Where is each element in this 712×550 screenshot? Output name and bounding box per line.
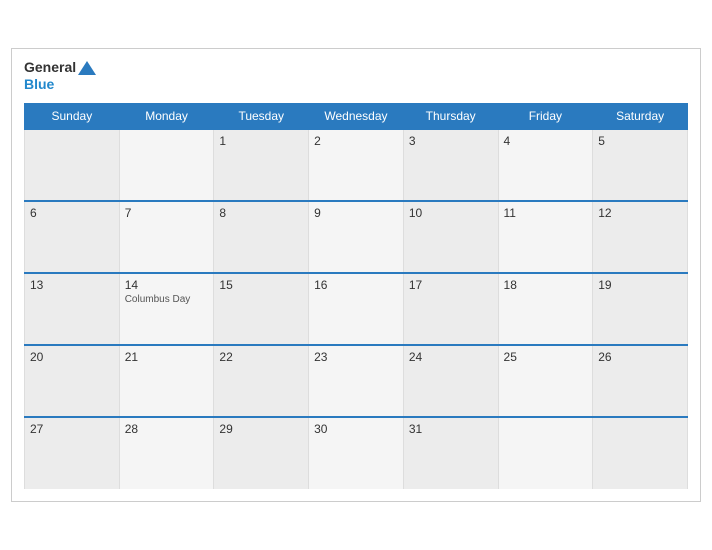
weekday-header-friday: Friday (498, 103, 593, 129)
day-cell: 24 (403, 345, 498, 417)
day-cell: 3 (403, 129, 498, 201)
day-number: 3 (409, 134, 493, 148)
day-number: 1 (219, 134, 303, 148)
logo-blue-text: Blue (24, 76, 54, 92)
day-number: 14 (125, 278, 209, 292)
day-number: 9 (314, 206, 398, 220)
day-number: 31 (409, 422, 493, 436)
day-number: 27 (30, 422, 114, 436)
day-cell: 1 (214, 129, 309, 201)
logo-flag-icon (78, 61, 96, 75)
logo: General Blue (24, 59, 98, 93)
day-number: 2 (314, 134, 398, 148)
weekday-row: SundayMondayTuesdayWednesdayThursdayFrid… (25, 103, 688, 129)
day-cell: 7 (119, 201, 214, 273)
day-cell: 2 (309, 129, 404, 201)
day-cell: 14 Columbus Day (119, 273, 214, 345)
day-cell: 31 (403, 417, 498, 489)
weekday-header-saturday: Saturday (593, 103, 688, 129)
day-number: 20 (30, 350, 114, 364)
calendar-body: 1234567891011121314Columbus Day151617181… (25, 129, 688, 489)
day-cell: 21 (119, 345, 214, 417)
day-number: 24 (409, 350, 493, 364)
day-cell (498, 417, 593, 489)
day-number: 22 (219, 350, 303, 364)
day-cell: 22 (214, 345, 309, 417)
day-number: 17 (409, 278, 493, 292)
day-cell (25, 129, 120, 201)
day-number: 28 (125, 422, 209, 436)
day-cell: 8 (214, 201, 309, 273)
weekday-header-thursday: Thursday (403, 103, 498, 129)
day-cell: 26 (593, 345, 688, 417)
day-cell: 20 (25, 345, 120, 417)
day-number: 19 (598, 278, 682, 292)
day-cell: 16 (309, 273, 404, 345)
day-cell: 28 (119, 417, 214, 489)
day-cell: 12 (593, 201, 688, 273)
weekday-header-monday: Monday (119, 103, 214, 129)
day-number: 15 (219, 278, 303, 292)
day-cell: 25 (498, 345, 593, 417)
day-cell: 29 (214, 417, 309, 489)
holiday-label: Columbus Day (125, 294, 209, 305)
week-row-3: 20 21 22 23 24 25 26 (25, 345, 688, 417)
day-number: 29 (219, 422, 303, 436)
day-cell: 4 (498, 129, 593, 201)
day-number: 13 (30, 278, 114, 292)
day-number: 23 (314, 350, 398, 364)
day-number: 7 (125, 206, 209, 220)
logo-general-text: General (24, 59, 76, 76)
day-cell: 10 (403, 201, 498, 273)
week-row-1: 6789 10 11 12 (25, 201, 688, 273)
day-number: 26 (598, 350, 682, 364)
calendar-weekday-header: SundayMondayTuesdayWednesdayThursdayFrid… (25, 103, 688, 129)
day-cell: 23 (309, 345, 404, 417)
week-row-4: 27 28 29 30 31 (25, 417, 688, 489)
week-row-0: 12345 (25, 129, 688, 201)
day-cell: 9 (309, 201, 404, 273)
day-cell: 27 (25, 417, 120, 489)
week-row-2: 13 14 Columbus Day 15 16 17 18 19 (25, 273, 688, 345)
day-cell: 17 (403, 273, 498, 345)
day-cell (119, 129, 214, 201)
day-number: 8 (219, 206, 303, 220)
calendar-container: General Blue SundayMondayTuesdayWednesda… (11, 48, 701, 502)
day-cell: 18 (498, 273, 593, 345)
weekday-header-tuesday: Tuesday (214, 103, 309, 129)
day-cell: 5 (593, 129, 688, 201)
calendar-grid: SundayMondayTuesdayWednesdayThursdayFrid… (24, 103, 688, 489)
day-number: 10 (409, 206, 493, 220)
day-cell: 30 (309, 417, 404, 489)
day-number: 4 (504, 134, 588, 148)
day-cell (593, 417, 688, 489)
day-number: 18 (504, 278, 588, 292)
day-number: 6 (30, 206, 114, 220)
day-number: 5 (598, 134, 682, 148)
day-cell: 13 (25, 273, 120, 345)
day-cell: 15 (214, 273, 309, 345)
weekday-header-sunday: Sunday (25, 103, 120, 129)
day-number: 21 (125, 350, 209, 364)
day-cell: 19 (593, 273, 688, 345)
day-number: 30 (314, 422, 398, 436)
day-number: 16 (314, 278, 398, 292)
day-number: 11 (504, 206, 588, 220)
day-cell: 11 (498, 201, 593, 273)
weekday-header-wednesday: Wednesday (309, 103, 404, 129)
day-cell: 6 (25, 201, 120, 273)
day-number: 12 (598, 206, 682, 220)
calendar-header: General Blue (24, 59, 688, 93)
day-number: 25 (504, 350, 588, 364)
